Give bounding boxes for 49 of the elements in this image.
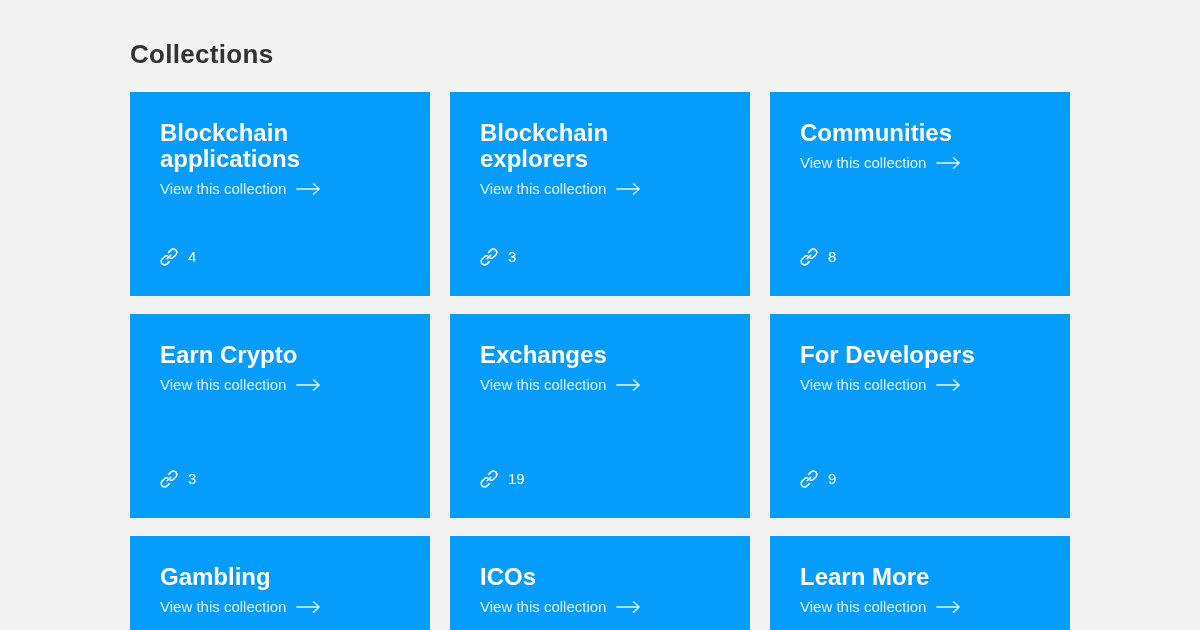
arrow-icon — [936, 601, 961, 613]
collection-title: Earn Crypto — [160, 342, 298, 368]
collection-title: Blockchain explorers — [480, 120, 610, 172]
page-title: Collections — [130, 38, 274, 70]
arrow-icon — [936, 157, 961, 169]
arrow-icon — [936, 379, 961, 391]
view-collection-link[interactable]: View this collection — [160, 179, 321, 199]
link-count: 19 — [508, 469, 525, 489]
collection-card[interactable]: Exchanges View this collection 19 — [450, 314, 750, 518]
link-count: 4 — [188, 247, 197, 267]
link-icon — [480, 470, 498, 488]
arrow-icon — [296, 601, 321, 613]
arrow-icon — [296, 379, 321, 391]
collection-card[interactable]: Communities View this collection 8 — [770, 92, 1070, 296]
collection-title: Exchanges — [480, 342, 607, 368]
link-icon — [160, 470, 178, 488]
collection-card[interactable]: ICOs View this collection — [450, 536, 750, 630]
collection-title: ICOs — [480, 564, 536, 590]
collection-card[interactable]: For Developers View this collection 9 — [770, 314, 1070, 518]
collection-card[interactable]: Blockchain explorers View this collection 3 — [450, 92, 750, 296]
link-icon — [160, 248, 178, 266]
collection-title: For Developers — [800, 342, 975, 368]
view-collection-link[interactable]: View this collection — [480, 597, 641, 617]
view-collection-link[interactable]: View this collection — [160, 597, 321, 617]
arrow-icon — [616, 379, 641, 391]
collection-card[interactable]: Blockchain applications View this collection 4 — [130, 92, 430, 296]
link-count: 3 — [188, 469, 197, 489]
view-collection-link[interactable]: View this collection — [480, 375, 641, 395]
view-collection-link[interactable]: View this collection — [800, 597, 961, 617]
link-count: 8 — [828, 247, 837, 267]
collection-title: Communities — [800, 120, 952, 146]
view-collection-link[interactable]: View this collection — [160, 375, 321, 395]
link-count: 3 — [508, 247, 517, 267]
collection-card[interactable]: Learn More View this collection — [770, 536, 1070, 630]
collection-card[interactable]: Gambling View this collection — [130, 536, 430, 630]
collection-card[interactable]: Earn Crypto View this collection 3 — [130, 314, 430, 518]
view-collection-link[interactable]: View this collection — [800, 153, 961, 173]
arrow-icon — [616, 183, 641, 195]
collection-title: Learn More — [800, 564, 930, 590]
link-icon — [800, 470, 818, 488]
collection-title: Blockchain applications — [160, 120, 302, 172]
view-collection-link[interactable]: View this collection — [800, 375, 961, 395]
link-icon — [800, 248, 818, 266]
arrow-icon — [296, 183, 321, 195]
link-icon — [480, 248, 498, 266]
collection-title: Gambling — [160, 564, 271, 590]
link-count: 9 — [828, 469, 837, 489]
arrow-icon — [616, 601, 641, 613]
view-collection-link[interactable]: View this collection — [480, 179, 641, 199]
